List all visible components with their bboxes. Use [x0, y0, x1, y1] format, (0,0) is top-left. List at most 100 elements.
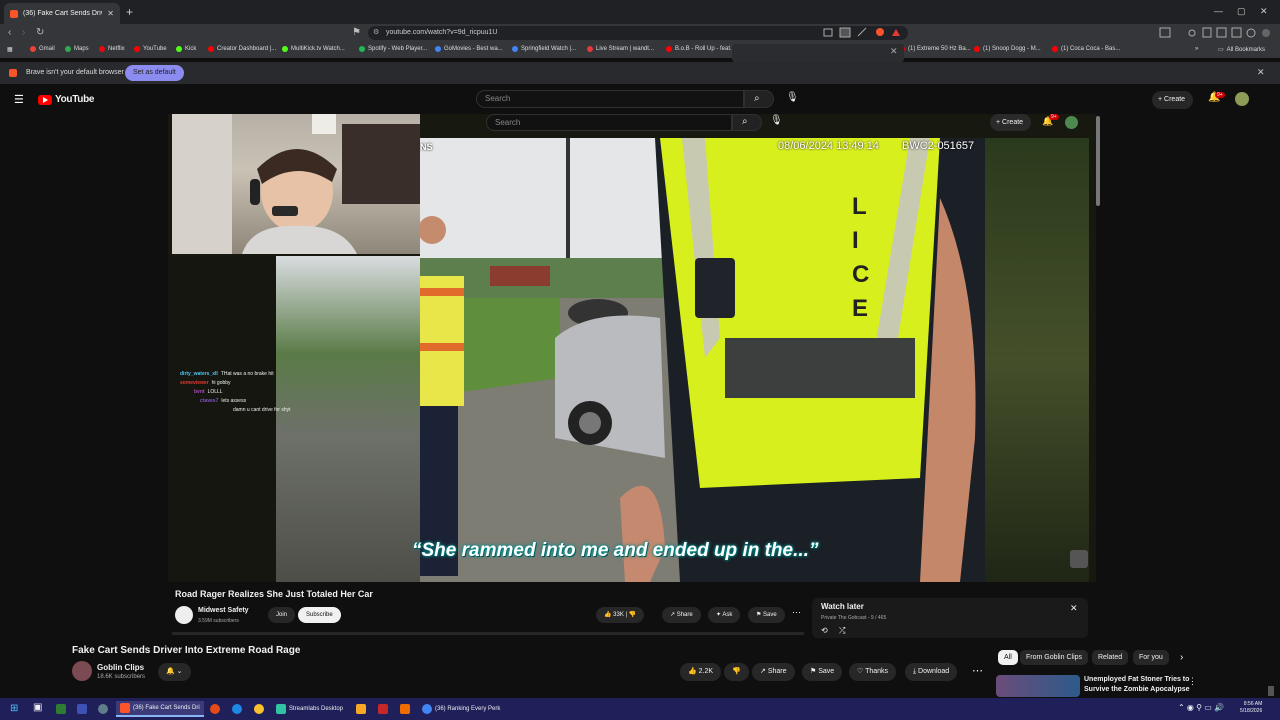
more-actions-icon[interactable]: ⋯ [972, 664, 983, 677]
dislike-button[interactable]: 👎 [724, 663, 749, 681]
bookmark-0[interactable]: Gmail [30, 46, 55, 52]
bookmark-icon[interactable]: ⚑ [352, 27, 361, 38]
browser-tab-strip: (36) Fake Cart Sends Driver In ✕ + — ▢ ✕ [0, 0, 1280, 24]
recommended-more-icon[interactable]: ⋮ [1188, 676, 1197, 687]
menu-icon[interactable]: ☰ [14, 93, 24, 106]
file-explorer-icon[interactable] [356, 704, 366, 714]
recommended-title-line2[interactable]: Survive the Zombie Apocalypse [1084, 686, 1190, 693]
video-player[interactable]: Search ⌕ 🎙 + Create 🔔 9+ 08/06/2024 13:4… [168, 114, 1096, 582]
chip-related[interactable]: Related [1092, 650, 1129, 665]
inner-avatar [1065, 116, 1078, 129]
bookmarks-bar: ▦ Gmail Maps Netflix YouTube Kick Creato… [0, 42, 1280, 58]
bookmark-9[interactable]: Springfield Watch |... [512, 46, 576, 52]
pinned-app-icon[interactable] [232, 704, 242, 714]
vest-lettering: L I C E [852, 193, 870, 322]
clock[interactable]: 8:56 AM 5/18/2026 [1240, 701, 1262, 715]
bookmark-7[interactable]: Spotify - Web Player... [359, 46, 427, 52]
infobar-close-icon[interactable]: ✕ [1257, 67, 1265, 78]
new-tab-icon[interactable]: + [126, 5, 133, 19]
forward-icon[interactable]: › [22, 27, 25, 38]
save-button[interactable]: ⚑ Save [802, 663, 843, 681]
video-caption: “She rammed into me and ended up in the.… [412, 540, 819, 561]
inner-video-title: Road Rager Realizes She Just Totaled Her… [175, 589, 373, 599]
inner-save-button: ⚑ Save [748, 607, 785, 623]
recommended-thumbnail[interactable] [996, 675, 1080, 697]
inner-channel-avatar [175, 606, 193, 624]
thanks-icon: ♡ [857, 668, 866, 675]
set-default-button[interactable]: Set as default [125, 65, 184, 81]
chip-all[interactable]: All [998, 650, 1018, 665]
channel-name[interactable]: Goblin Clips [97, 663, 144, 672]
inner-ask-button: ✦ Ask [708, 607, 741, 623]
site-info-icon[interactable]: ⚙ [373, 26, 379, 40]
close-window-icon[interactable]: ✕ [1260, 6, 1268, 17]
default-browser-infobar: Brave isn't your default browser Set as … [0, 62, 1280, 84]
bookmark-14[interactable]: (1) Coca Coca - Bas... [1052, 46, 1120, 52]
pinned-app-icon[interactable] [400, 704, 410, 714]
chip-from-goblin-clips[interactable]: From Goblin Clips [1020, 650, 1089, 665]
page-scrollbar[interactable] [1096, 116, 1100, 206]
minimize-icon[interactable]: — [1214, 6, 1223, 16]
windows-taskbar: ⊞ ▣ (36) Fake Cart Sends Dri Streamlabs … [0, 698, 1280, 720]
taskbar-brave-window[interactable]: (36) Fake Cart Sends Dri [116, 701, 204, 717]
close-popup-icon[interactable]: ✕ [890, 46, 898, 57]
more-bookmarks-icon[interactable]: » [1195, 46, 1198, 52]
back-icon[interactable]: ‹ [8, 27, 11, 38]
inner-bookmark-icon: ⚑ [756, 612, 764, 618]
subscribed-button[interactable]: 🔔 ⌄ [158, 663, 191, 681]
thanks-button[interactable]: ♡ Thanks [849, 663, 897, 681]
bookmark-1[interactable]: Maps [65, 46, 89, 52]
channel-avatar[interactable] [72, 661, 92, 681]
bookmark-10[interactable]: Live Stream | wandt... [587, 46, 654, 52]
chips-next-icon[interactable]: › [1180, 652, 1183, 663]
search-input[interactable]: Search [476, 90, 744, 108]
all-bookmarks[interactable]: ▭ All Bookmarks [1218, 46, 1265, 54]
chrome-window-icon [422, 704, 432, 714]
apps-grid-icon[interactable]: ▦ [7, 46, 13, 53]
loop-icon: ⟲ [821, 626, 828, 635]
bookmark-8[interactable]: GoMovies - Best wa... [435, 46, 503, 52]
share-button[interactable]: ↗ Share [752, 663, 795, 681]
firefox-icon[interactable] [210, 704, 220, 714]
pinned-app-icon[interactable] [77, 704, 87, 714]
tray-icons[interactable]: ⌃ ◉ ⚲ ▭ 🔊 [1178, 703, 1224, 712]
inner-search-button: ⌕ [732, 114, 762, 131]
bookmark-2[interactable]: Netflix [99, 46, 125, 52]
start-icon[interactable]: ⊞ [10, 703, 18, 714]
chrome-icon[interactable] [254, 704, 264, 714]
bookmark-5[interactable]: Creator Dashboard |... [208, 46, 276, 52]
chip-for-you[interactable]: For you [1133, 650, 1169, 665]
maximize-icon[interactable]: ▢ [1237, 6, 1246, 17]
channel-watermark-icon[interactable] [1070, 550, 1088, 568]
reload-icon[interactable]: ↻ [36, 27, 44, 38]
task-view-icon[interactable]: ▣ [33, 702, 42, 713]
account-avatar[interactable] [1235, 92, 1249, 106]
pinned-app-icon[interactable] [98, 704, 108, 714]
chat-panel-bg [168, 256, 276, 582]
youtube-logo[interactable]: YouTube [38, 94, 95, 105]
download-button[interactable]: ⤓ Download [905, 663, 958, 681]
inner-divider [172, 632, 804, 635]
bookmark-12[interactable]: (1) Extreme 50 Hz Ba... [899, 46, 971, 52]
xbox-icon[interactable] [56, 704, 66, 714]
bookmark-13[interactable]: (1) Snoop Dogg - M... [974, 46, 1041, 52]
video-side-blur [985, 138, 1089, 582]
bookmark-4[interactable]: Kick [176, 46, 196, 52]
brave-favicon-icon [10, 9, 18, 18]
bookmark-11[interactable]: B.o.B - Roll Up - feat... [666, 46, 735, 52]
side-scrollbar[interactable] [1268, 686, 1274, 696]
browser-tab-active[interactable]: (36) Fake Cart Sends Driver In ✕ [4, 3, 120, 24]
search-button[interactable]: ⌕ [744, 90, 774, 108]
bookmark-6[interactable]: MultiKick.tv Watch... [282, 46, 345, 52]
tab-close-icon[interactable]: ✕ [107, 9, 114, 18]
bookmark-3[interactable]: YouTube [134, 46, 167, 52]
pinned-app-icon[interactable] [378, 704, 388, 714]
like-button[interactable]: 👍 2.2K [680, 663, 722, 681]
taskbar-streamlabs[interactable]: Streamlabs Desktop [272, 701, 347, 717]
inner-channel-name: Midwest Safety [198, 607, 249, 614]
create-button[interactable]: + Create [1152, 91, 1194, 109]
recommended-title-line1[interactable]: Unemployed Fat Stoner Tries to [1084, 676, 1189, 683]
mic-icon[interactable]: 🎙 [786, 92, 799, 103]
taskbar-chrome-window[interactable]: (36) Ranking Every Perk [418, 701, 504, 717]
inner-thumbs-up-icon: 👍 [604, 612, 614, 618]
